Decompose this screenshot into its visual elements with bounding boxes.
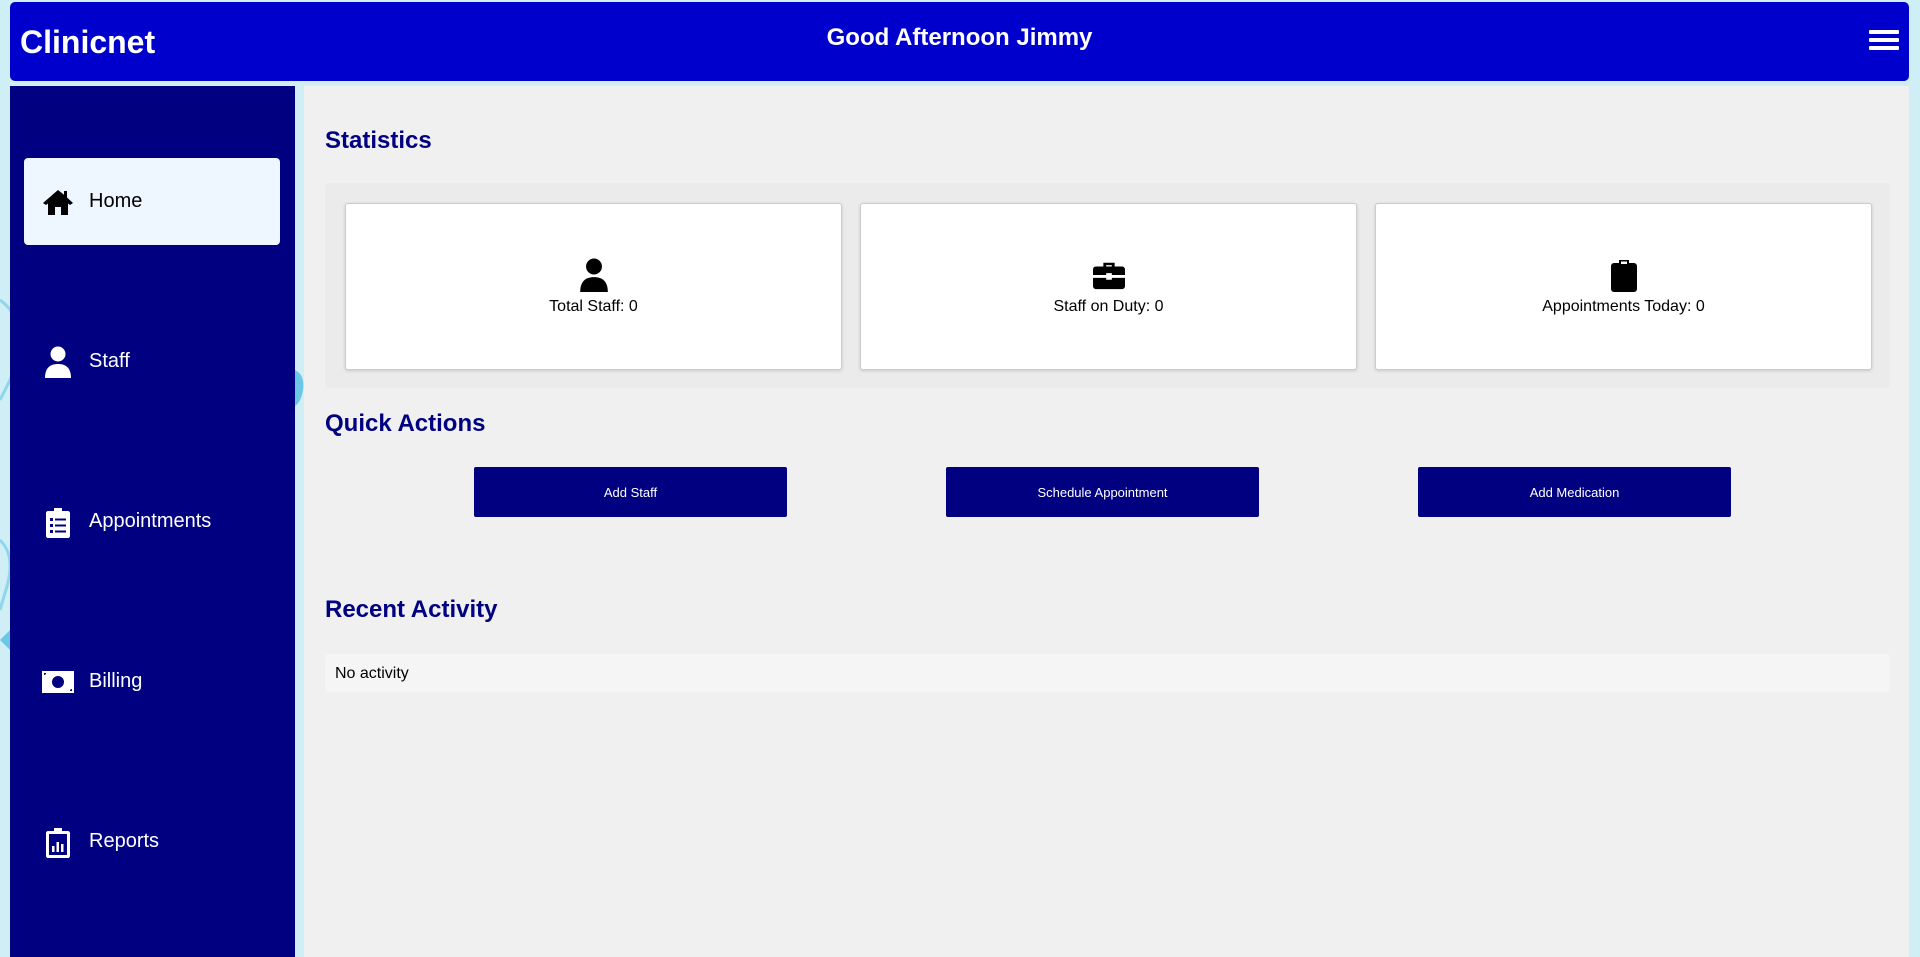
- stat-label: Total Staff: 0: [549, 297, 638, 315]
- recent-activity-list: No activity: [325, 654, 1890, 692]
- recent-activity-title: Recent Activity: [325, 596, 498, 623]
- user-icon: [42, 346, 74, 378]
- sidebar-item-label: Staff: [89, 350, 130, 372]
- schedule-appointment-button[interactable]: Schedule Appointment: [946, 467, 1259, 517]
- sidebar-item-home[interactable]: Home: [24, 158, 280, 245]
- stat-card-appointments-today: Appointments Today: 0: [1375, 203, 1872, 370]
- stat-label: Appointments Today: 0: [1542, 297, 1705, 315]
- sidebar-item-reports[interactable]: Reports: [24, 798, 280, 885]
- top-header: Clinicnet Good Afternoon Jimmy: [10, 2, 1909, 81]
- quick-actions-title: Quick Actions: [325, 410, 486, 437]
- clipboard-list-icon: [42, 506, 74, 538]
- hamburger-menu-icon[interactable]: [1869, 30, 1899, 54]
- sidebar-item-label: Reports: [89, 830, 160, 852]
- user-icon: [579, 258, 608, 292]
- home-icon: [42, 186, 74, 218]
- add-staff-button[interactable]: Add Staff: [474, 467, 787, 517]
- sidebar-item-label: Home: [89, 190, 143, 212]
- activity-empty-text: No activity: [335, 665, 409, 682]
- add-medication-button[interactable]: Add Medication: [1418, 467, 1731, 517]
- main-content: Statistics Total Staff: 0 Staff on Duty:…: [304, 86, 1909, 957]
- sidebar-item-label: Appointments: [89, 510, 212, 532]
- sidebar-item-staff[interactable]: Staff: [24, 318, 280, 405]
- greeting-text: Good Afternoon Jimmy: [826, 24, 1093, 51]
- sidebar-item-appointments[interactable]: Appointments: [24, 478, 280, 565]
- stat-card-staff-on-duty: Staff on Duty: 0: [860, 203, 1357, 370]
- report-clipboard-icon: [42, 826, 74, 858]
- briefcase-icon: [1092, 262, 1125, 289]
- statistics-title: Statistics: [325, 127, 432, 154]
- stat-card-total-staff: Total Staff: 0: [345, 203, 842, 370]
- money-bill-icon: [42, 666, 74, 698]
- sidebar-item-billing[interactable]: Billing: [24, 638, 280, 725]
- statistics-panel: Total Staff: 0 Staff on Duty: 0 Appointm…: [325, 183, 1890, 388]
- sidebar-item-label: Billing: [89, 670, 143, 692]
- stat-label: Staff on Duty: 0: [1053, 297, 1164, 315]
- clipboard-icon: [1610, 259, 1637, 292]
- sidebar: Home Staff Appointments Billing Reports: [10, 86, 295, 957]
